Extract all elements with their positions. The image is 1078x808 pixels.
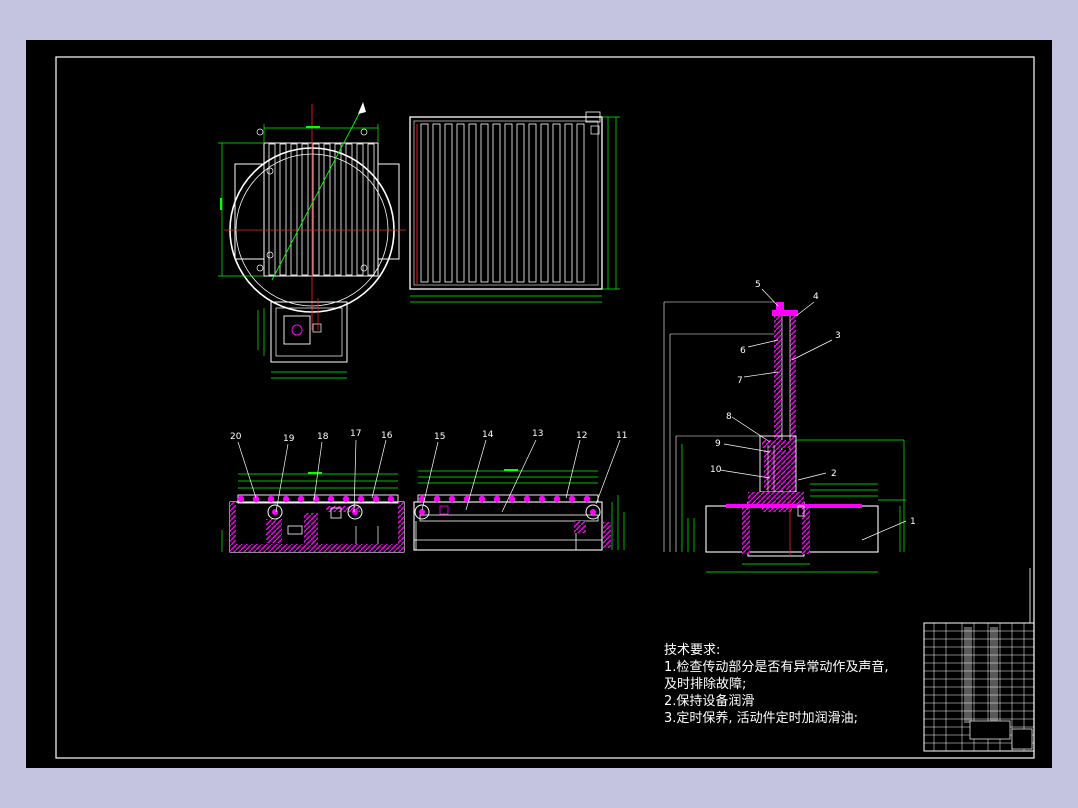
balloon-18: 18 [317, 432, 329, 442]
tech-req-line-1: 1.检查传动部分是否有异常动作及声音, [664, 660, 889, 675]
balloon-17: 17 [350, 429, 361, 439]
rotation-arrow-icon [358, 102, 366, 114]
balloon-7: 7 [737, 376, 743, 386]
tech-req-line-2: 及时排除故障; [664, 677, 747, 692]
balloon-6: 6 [740, 346, 746, 356]
side-view [663, 301, 906, 573]
balloon-9: 9 [715, 439, 721, 449]
tech-req-line-3: 2.保持设备润滑 [664, 694, 755, 709]
balloon-11: 11 [616, 431, 627, 441]
drawing-sheet: 1 2 3 4 5 6 7 8 9 10 11 12 13 14 15 16 1… [26, 40, 1052, 768]
balloon-2: 2 [831, 469, 837, 479]
balloon-12: 12 [576, 431, 587, 441]
tech-req-title: 技术要求: [664, 643, 721, 658]
balloon-14: 14 [482, 430, 494, 440]
title-block [923, 568, 1035, 752]
balloon-20: 20 [230, 432, 242, 442]
balloon-3: 3 [835, 331, 841, 341]
balloon-19: 19 [283, 434, 295, 444]
cad-drawing: 1 2 3 4 5 6 7 8 9 10 11 12 13 14 15 16 1… [55, 56, 1035, 759]
balloon-1: 1 [910, 517, 916, 527]
top-view-circular [218, 102, 406, 330]
front-view-left [221, 472, 405, 553]
balloon-8: 8 [726, 412, 732, 422]
front-view-right [413, 469, 625, 551]
balloon-15: 15 [434, 432, 445, 442]
top-view-square [409, 111, 620, 303]
tech-req-line-4: 3.定时保养, 活动件定时加润滑油; [664, 711, 859, 726]
balloon-4: 4 [813, 292, 819, 302]
balloon-10: 10 [710, 465, 722, 475]
technical-requirements: 技术要求: 1.检查传动部分是否有异常动作及声音, 及时排除故障; 2.保持设备… [664, 642, 889, 727]
motor-plate-view [257, 298, 348, 379]
balloon-16: 16 [381, 431, 393, 441]
balloon-5: 5 [755, 280, 761, 290]
balloon-13: 13 [532, 429, 543, 439]
